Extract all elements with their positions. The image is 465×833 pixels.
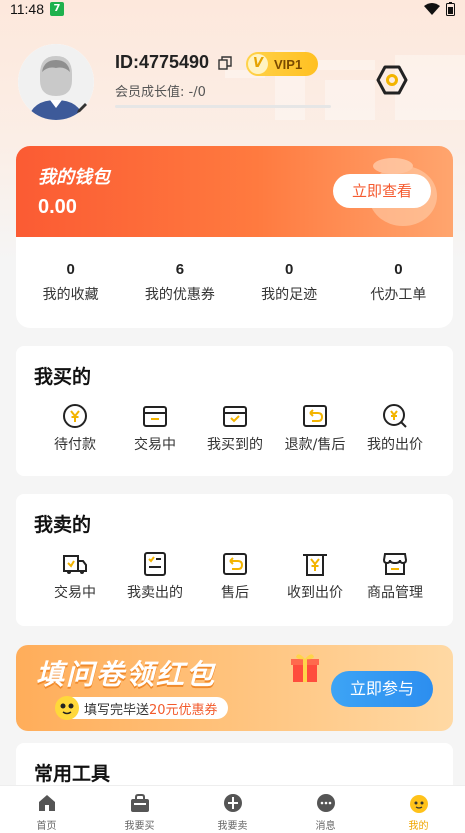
- participate-button[interactable]: 立即参与: [331, 671, 433, 707]
- buy-item-my-bids[interactable]: 我的出价: [355, 402, 435, 454]
- status-bar: 11:48 7: [0, 0, 465, 18]
- return-icon: [223, 553, 247, 575]
- view-wallet-button[interactable]: 立即查看: [333, 174, 431, 208]
- buy-item-bought[interactable]: 我买到的: [195, 402, 275, 454]
- item-label: 收到出价: [287, 585, 343, 601]
- banner-sub-prefix: 填写完毕送: [84, 702, 150, 718]
- wallet-balance: 0.00: [38, 196, 77, 218]
- sell-item-received-bids[interactable]: 收到出价: [275, 550, 355, 602]
- box-icon: [143, 406, 167, 427]
- edit-icon[interactable]: [74, 100, 90, 116]
- growth-value: 会员成长值: -/0: [115, 85, 206, 100]
- item-label: 退款/售后: [284, 437, 346, 453]
- stat-value: 6: [175, 261, 185, 278]
- stat-work-orders[interactable]: 0 代办工单: [344, 237, 453, 328]
- sell-icon: [223, 794, 242, 812]
- tab-sell[interactable]: 我要卖: [186, 786, 279, 833]
- buy-section: 我买的 待付款 交易中 我买到的 退款/售后 我的出价: [16, 346, 453, 476]
- home-icon: [38, 795, 55, 811]
- vip-v-icon: V: [248, 54, 268, 74]
- tab-messages[interactable]: 消息: [279, 786, 372, 833]
- check-box-icon: [223, 406, 247, 427]
- stat-favorites[interactable]: 0 我的收藏: [16, 237, 125, 328]
- vip-label: VIP1: [274, 56, 303, 72]
- wallet-card: 我的钱包 0.00 立即查看 0 我的收藏 6 我的优惠券 0 我的足迹 0 代…: [16, 146, 453, 328]
- section-title: 我卖的: [34, 514, 92, 536]
- copy-icon[interactable]: [218, 56, 232, 70]
- section-title: 我买的: [34, 366, 92, 388]
- stat-coupons[interactable]: 6 我的优惠券: [125, 237, 234, 328]
- bid-icon: [383, 404, 407, 428]
- sell-item-sold[interactable]: 我卖出的: [115, 550, 195, 602]
- stat-label: 我的优惠券: [144, 287, 215, 303]
- tab-mine[interactable]: 我的: [372, 786, 465, 833]
- sell-item-in-trade[interactable]: 交易中: [35, 550, 115, 602]
- store-icon: [382, 553, 408, 575]
- wifi-icon: [424, 3, 440, 15]
- sell-item-after-sale[interactable]: 售后: [195, 550, 275, 602]
- tab-label: 我要卖: [217, 821, 248, 832]
- list-icon: [144, 552, 166, 576]
- stat-label: 代办工单: [370, 287, 427, 303]
- buy-item-refund[interactable]: 退款/售后: [275, 402, 355, 454]
- settings-icon[interactable]: [376, 64, 408, 96]
- bag-icon: [130, 794, 149, 812]
- buy-item-pending-payment[interactable]: 待付款: [35, 402, 115, 454]
- tab-buy[interactable]: 我要买: [93, 786, 186, 833]
- mascot-icon: [55, 696, 79, 720]
- user-id: ID:4775490: [115, 52, 210, 72]
- battery-icon: [446, 2, 455, 16]
- yen-receipt-icon: [303, 554, 327, 576]
- sell-section: 我卖的 交易中 我卖出的 售后 收到出价 商品管理: [16, 494, 453, 626]
- stat-label: 我的收藏: [42, 287, 99, 303]
- tab-home[interactable]: 首页: [0, 786, 93, 833]
- wallet-header: 我的钱包 0.00 立即查看: [16, 146, 453, 237]
- item-label: 我卖出的: [127, 585, 183, 601]
- stats-row: 0 我的收藏 6 我的优惠券 0 我的足迹 0 代办工单: [16, 237, 453, 328]
- item-label: 我买到的: [207, 437, 263, 453]
- return-icon: [303, 405, 327, 427]
- section-title: 常用工具: [34, 763, 111, 785]
- tab-label: 我要买: [124, 821, 155, 832]
- stat-value: 0: [284, 261, 294, 278]
- truck-icon: [63, 555, 87, 574]
- item-label: 交易中: [54, 585, 96, 601]
- stat-value: 0: [66, 261, 75, 278]
- tab-label: 消息: [315, 821, 336, 832]
- sell-item-product-management[interactable]: 商品管理: [355, 550, 435, 602]
- item-label: 商品管理: [367, 585, 423, 601]
- tab-label: 我的: [408, 821, 429, 832]
- item-label: 待付款: [54, 437, 96, 453]
- bottom-tab-bar: 首页 我要买 我要卖 消息 我的: [0, 785, 465, 833]
- gift-icon: [291, 654, 319, 682]
- stat-label: 我的足迹: [261, 287, 318, 303]
- item-label: 我的出价: [367, 437, 423, 453]
- mine-icon: [409, 795, 428, 813]
- banner-sub-highlight: 20元优惠券: [149, 702, 218, 718]
- buy-item-in-trade[interactable]: 交易中: [115, 402, 195, 454]
- profile-header: ID:4775490 V VIP1 会员成长值: -/0: [18, 44, 448, 124]
- status-time: 11:48: [10, 1, 44, 17]
- vip-badge[interactable]: V VIP1: [246, 52, 318, 76]
- notification-badge: 7: [50, 2, 64, 16]
- yen-coin-icon: [63, 404, 87, 428]
- growth-progress-bar: [115, 105, 331, 108]
- item-label: 售后: [221, 585, 249, 601]
- wallet-title: 我的钱包: [38, 167, 110, 188]
- banner-title: 填问卷领红包: [36, 658, 217, 691]
- item-label: 交易中: [134, 437, 176, 453]
- stat-value: 0: [394, 261, 403, 278]
- tab-label: 首页: [36, 821, 57, 832]
- stat-footprints[interactable]: 0 我的足迹: [235, 237, 344, 328]
- message-icon: [316, 794, 335, 812]
- survey-banner[interactable]: 填问卷领红包 填写完毕送 20元优惠券 立即参与: [16, 645, 453, 731]
